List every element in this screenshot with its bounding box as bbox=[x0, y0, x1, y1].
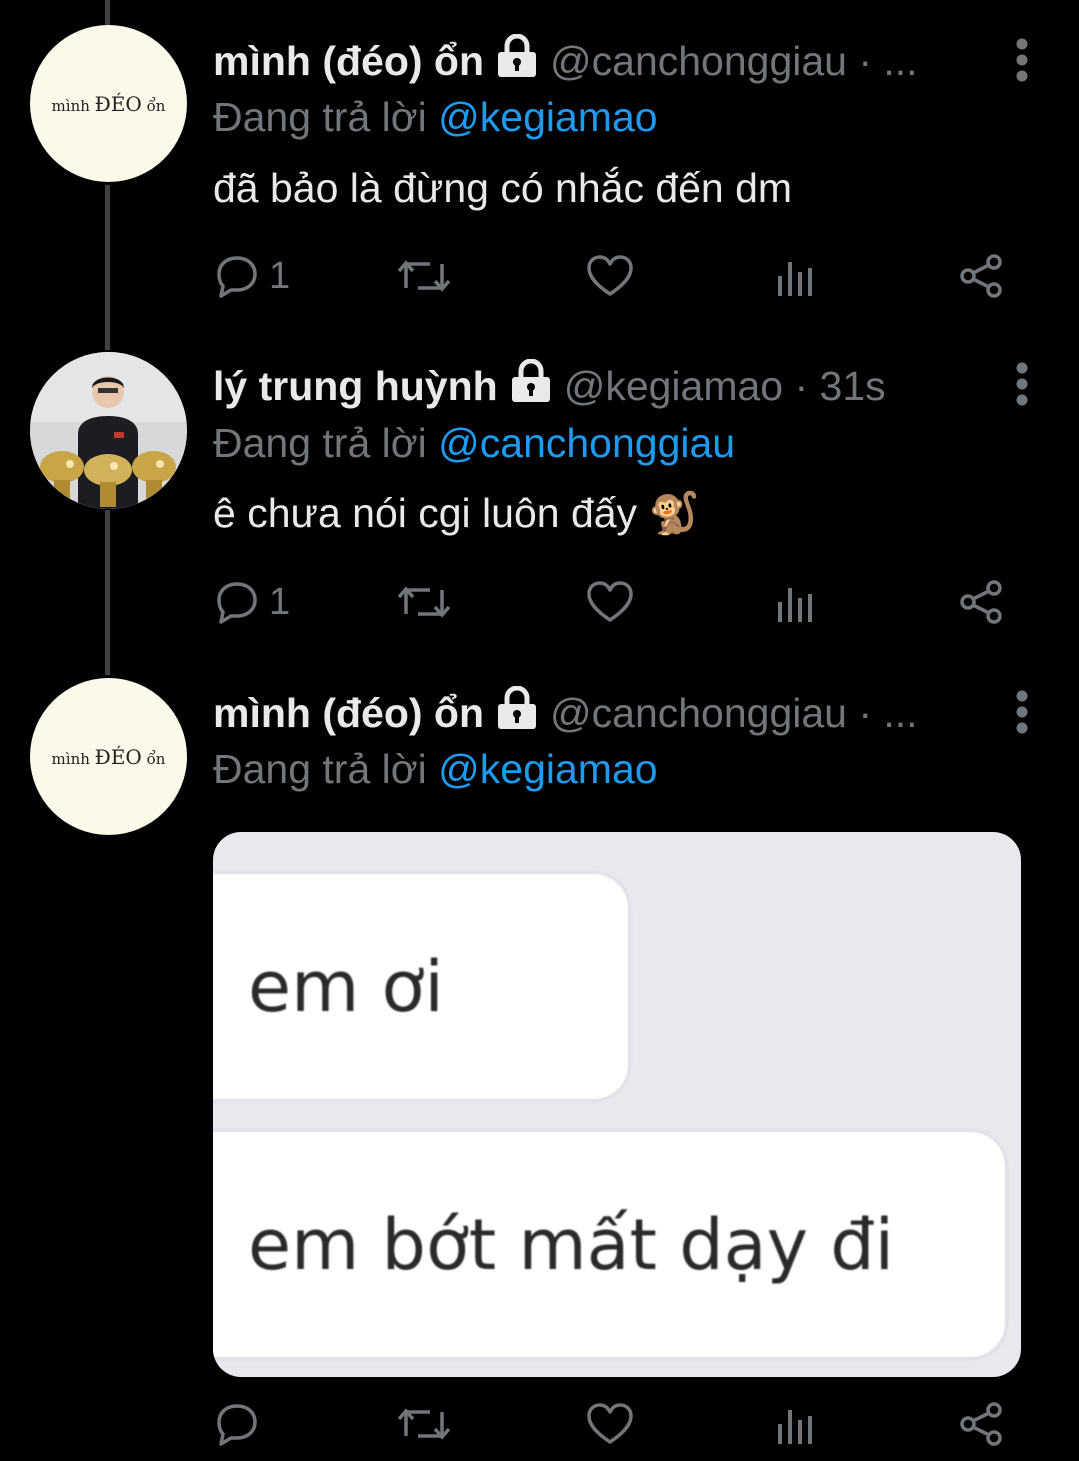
chat-bubble-text: em bớt mất dạy đi bbox=[248, 1203, 895, 1286]
chat-bubble-text: em ơi bbox=[248, 945, 444, 1028]
share-button[interactable] bbox=[958, 1400, 1006, 1448]
analytics-icon bbox=[775, 1400, 815, 1448]
more-icon[interactable] bbox=[1015, 690, 1029, 734]
tweet[interactable]: mình ĐÉO ổn mình (đéo) ổn @canchonggiau … bbox=[0, 0, 1079, 1461]
display-name[interactable]: mình (đéo) ổn bbox=[213, 690, 484, 737]
like-icon bbox=[585, 1400, 635, 1448]
avatar-logo-left: mình bbox=[51, 749, 90, 768]
reply-prefix: Đang trả lời bbox=[213, 746, 427, 792]
reply-button[interactable] bbox=[213, 1400, 261, 1448]
reply-context: Đang trả lời @kegiamao bbox=[213, 746, 658, 793]
reply-icon bbox=[213, 1400, 261, 1448]
tweet-header: mình (đéo) ổn @canchonggiau · ... bbox=[213, 685, 918, 740]
like-button[interactable] bbox=[585, 1400, 635, 1448]
retweet-icon bbox=[396, 1400, 452, 1448]
reply-mention[interactable]: @kegiamao bbox=[438, 746, 657, 792]
avatar-logo-right: ổn bbox=[146, 749, 166, 768]
avatar[interactable]: mình ĐÉO ổn bbox=[30, 678, 187, 835]
avatar-logo-middle: ĐÉO bbox=[94, 744, 142, 769]
action-bar bbox=[213, 1400, 1013, 1448]
lock-icon bbox=[494, 685, 540, 740]
avatar-logo: mình ĐÉO ổn bbox=[52, 745, 166, 769]
analytics-button[interactable] bbox=[775, 1400, 815, 1448]
handle[interactable]: @canchonggiau · ... bbox=[550, 690, 918, 737]
retweet-button[interactable] bbox=[396, 1400, 452, 1448]
share-icon bbox=[958, 1400, 1006, 1448]
chat-bubble: em ơi bbox=[213, 874, 628, 1099]
chat-bubble: em bớt mất dạy đi bbox=[213, 1132, 1005, 1357]
tweet-media-image[interactable]: em ơi em bớt mất dạy đi bbox=[213, 832, 1021, 1377]
